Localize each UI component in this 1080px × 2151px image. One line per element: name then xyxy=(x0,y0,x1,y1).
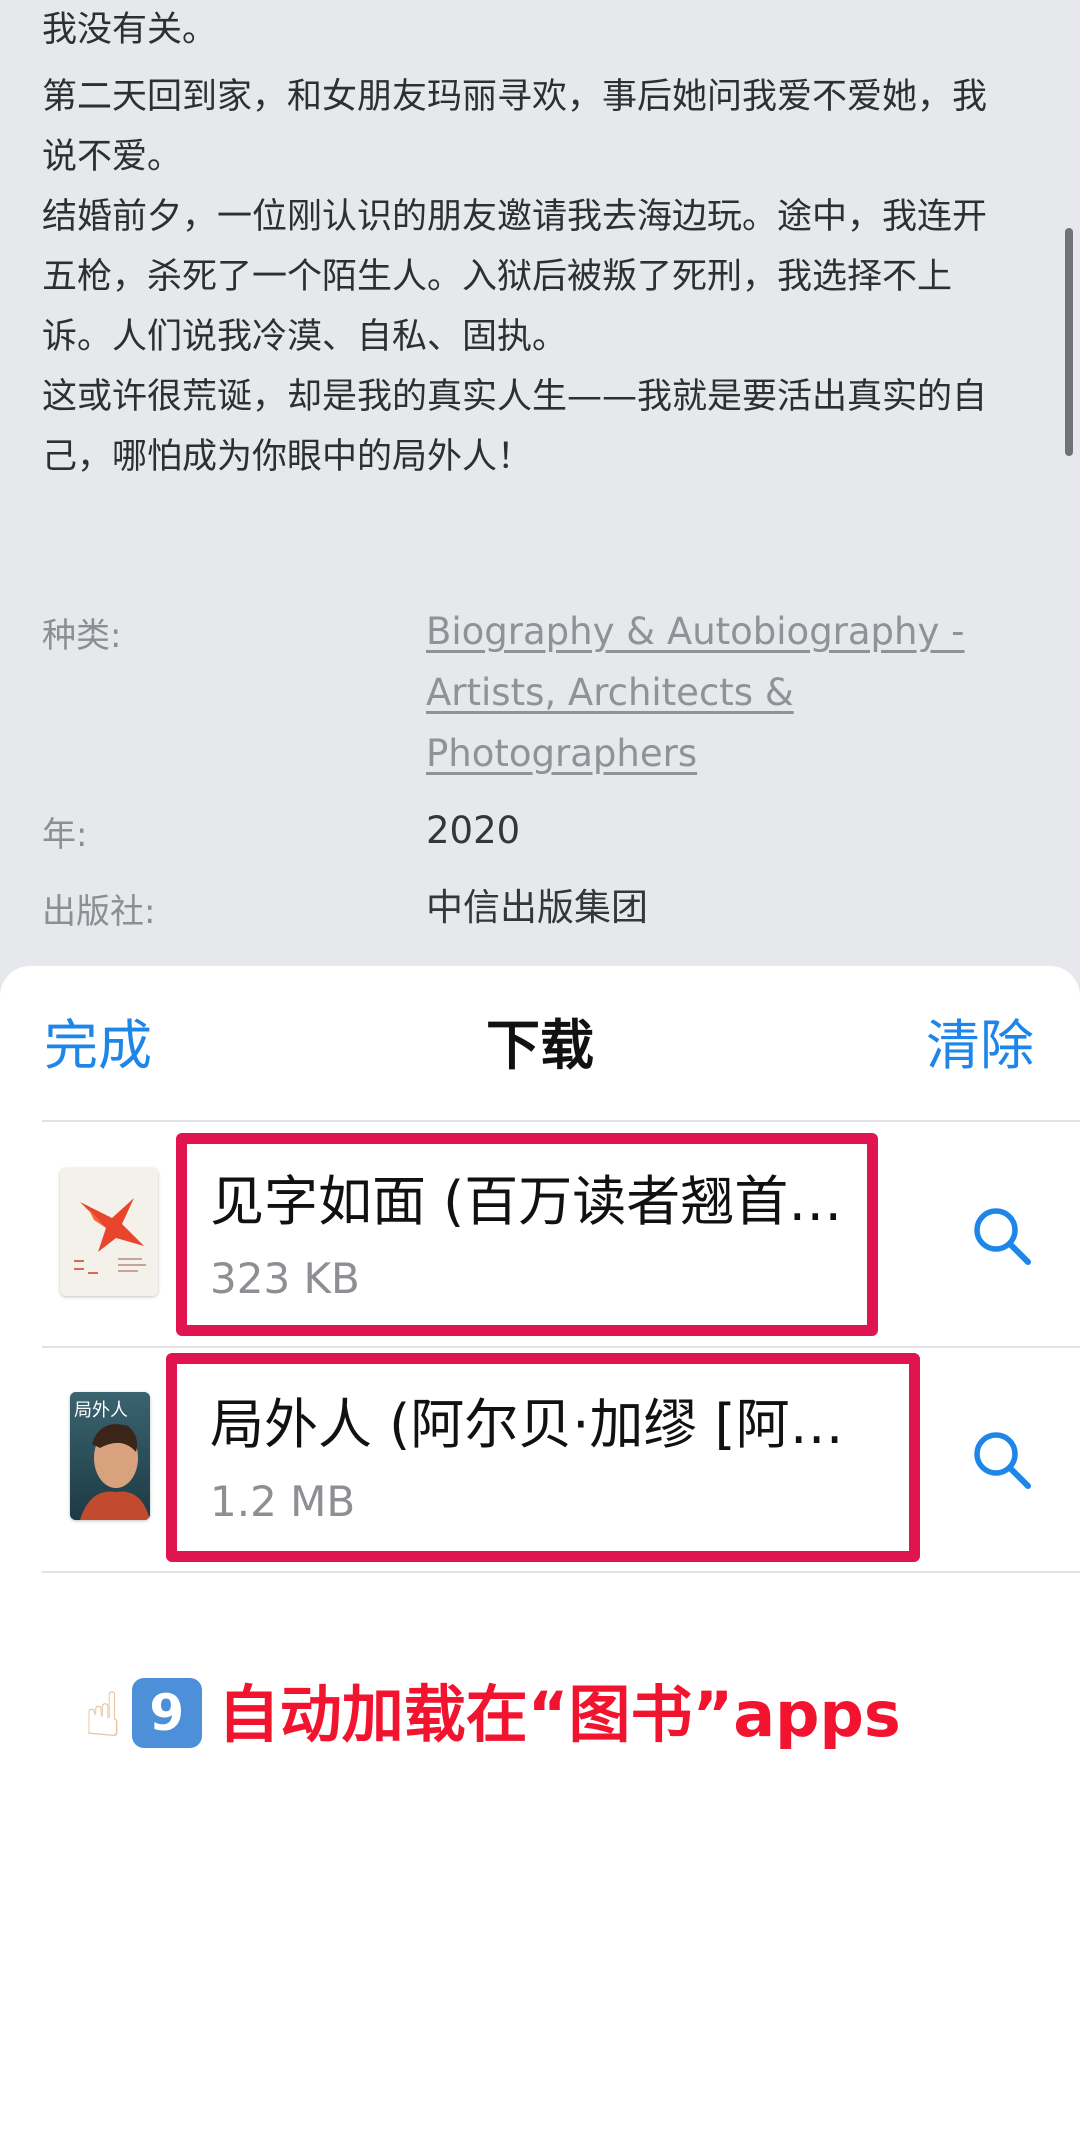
description-line: 五枪，杀死了一个陌生人。入狱后被叛了死刑，我选择不上 xyxy=(42,257,953,297)
sheet-title: 下载 xyxy=(486,1014,594,1077)
description-line: 第二天回到家，和女朋友玛丽寻欢，事后她问我爱不爱她，我 xyxy=(42,77,988,117)
screen: 我没有关。 第二天回到家，和女朋友玛丽寻欢，事后她问我爱不爱她，我 说不爱。 结… xyxy=(0,0,1080,2151)
bird-cover-art-icon xyxy=(60,1168,158,1296)
search-icon[interactable] xyxy=(970,1428,1034,1492)
caption-text: 自动加载在“图书”apps xyxy=(217,1678,901,1751)
year-value: 2020 xyxy=(426,809,521,852)
description-line: 诉。人们说我冷漠、自私、固执。 xyxy=(42,317,568,357)
book-cover-thumbnail xyxy=(60,1168,158,1296)
portrait-cover-art-icon: 局外人 xyxy=(70,1392,150,1520)
annotation-caption: ☝ 9 自动加载在“图书”apps xyxy=(84,1670,901,1760)
category-link-line[interactable]: Photographers xyxy=(426,723,965,784)
search-icon[interactable] xyxy=(970,1204,1034,1268)
category-label: 种类: xyxy=(42,616,122,656)
highlight-box xyxy=(176,1133,878,1336)
divider xyxy=(42,1120,1080,1122)
description-line: 己，哪怕成为你眼中的局外人！ xyxy=(42,437,533,477)
description-line: 我没有关。 xyxy=(42,10,218,50)
description-line: 结婚前夕，一位刚认识的朋友邀请我去海边玩。途中，我连开 xyxy=(42,197,988,237)
scrollbar[interactable] xyxy=(1065,228,1073,456)
category-link-line[interactable]: Biography & Autobiography - xyxy=(426,601,965,662)
book-detail-background: 我没有关。 第二天回到家，和女朋友玛丽寻欢，事后她问我爱不爱她，我 说不爱。 结… xyxy=(0,0,1080,1000)
divider xyxy=(42,1346,1080,1348)
clear-button[interactable]: 清除 xyxy=(926,1010,1034,1082)
description-line: 说不爱。 xyxy=(42,137,183,177)
divider xyxy=(42,1571,1080,1573)
book-cover-thumbnail: 局外人 xyxy=(70,1392,150,1520)
highlight-box xyxy=(166,1353,920,1562)
year-label: 年: xyxy=(42,815,88,855)
publisher-label: 出版社: xyxy=(42,892,156,932)
svg-text:局外人: 局外人 xyxy=(74,1400,128,1421)
publisher-value: 中信出版集团 xyxy=(426,886,648,929)
category-value[interactable]: Biography & Autobiography - Artists, Arc… xyxy=(426,601,965,784)
pointing-hand-icon: ☝ xyxy=(84,1678,122,1751)
downloads-sheet: 完成 下载 清除 见字如面 (百万读者翘首… 323 KB 局外人 局外人 (阿… xyxy=(0,966,1080,2151)
description-line: 这或许很荒诞，却是我的真实人生——我就是要活出真实的自 xyxy=(42,377,988,417)
keycap-number-icon: 9 xyxy=(131,1678,202,1748)
category-link-line[interactable]: Artists, Architects & xyxy=(426,662,965,723)
